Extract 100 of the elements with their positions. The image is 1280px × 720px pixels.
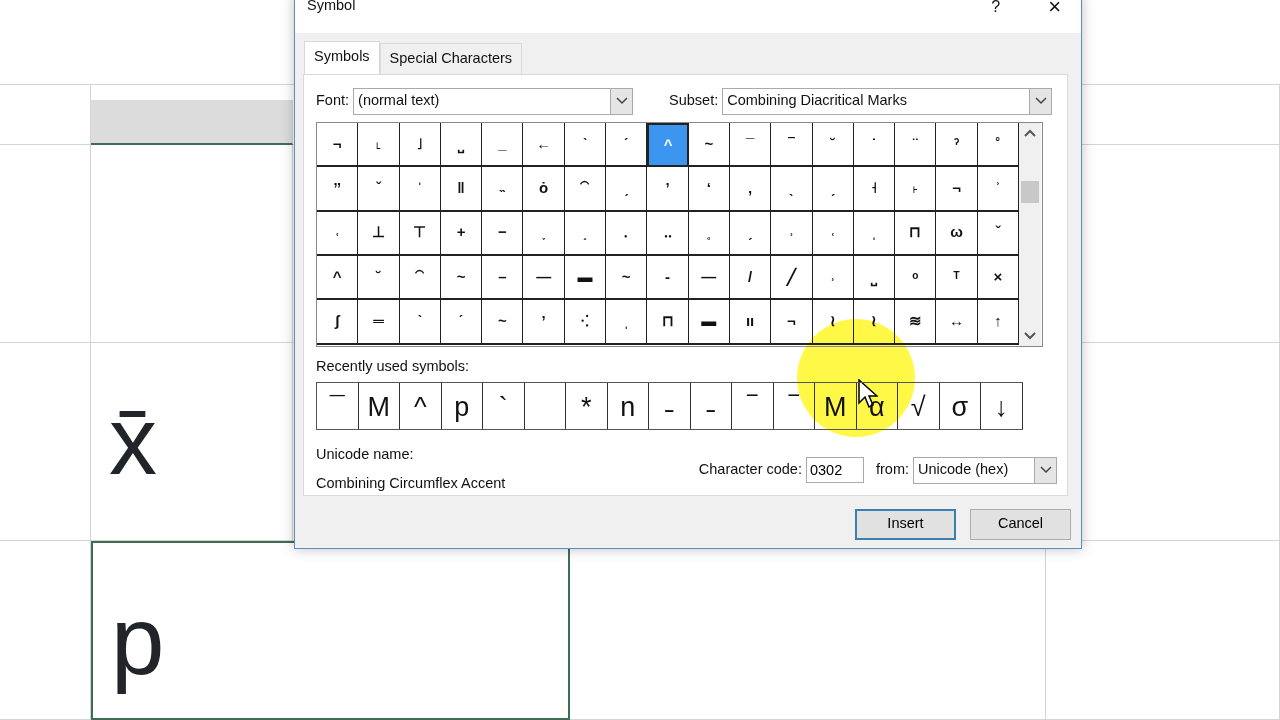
symbol-cell[interactable]: ˙ <box>853 122 896 168</box>
symbol-cell[interactable]: ıı <box>729 300 772 345</box>
symbol-cell[interactable]: ‾ <box>771 122 813 168</box>
subset-dropdown[interactable]: Combining Diacritical Marks <box>722 87 1053 115</box>
symbol-cell[interactable]: ═ <box>358 300 400 345</box>
symbol-cell[interactable]: ⊤ <box>399 211 441 256</box>
field-label: Font: <box>316 91 350 111</box>
symbol-cell[interactable]: ˩ <box>399 122 441 168</box>
symbol-cell[interactable]: ≀ <box>853 300 896 345</box>
symbol-cell[interactable]: ˳ <box>688 211 730 256</box>
symbol-cell[interactable]: ~ <box>606 255 648 301</box>
symbol-cell[interactable]: ˵ <box>482 167 524 212</box>
field-label: Subset: <box>669 91 719 111</box>
symbol-cell[interactable]: ⁀ <box>564 167 607 212</box>
symbol-cell[interactable]: ¯ <box>729 122 772 168</box>
font-dropdown[interactable]: (normal text) <box>353 87 634 115</box>
character-code-field[interactable]: 0302 <box>805 457 864 484</box>
close-button[interactable]: × <box>1048 0 1061 17</box>
symbol-cell[interactable]: / <box>729 255 772 301</box>
symbol-cell[interactable]: ˮ <box>317 167 359 212</box>
symbol-cell[interactable]: ᵒ <box>895 255 937 301</box>
symbol-cell[interactable]: ˧ <box>853 167 896 212</box>
symbol-cell[interactable]: ~ <box>440 255 483 301</box>
scrollbar[interactable] <box>1019 122 1042 346</box>
symbol-cell[interactable]: ˀ <box>936 122 978 168</box>
symbol-cell[interactable]: ˒ <box>771 211 813 256</box>
symbol-cell[interactable]: ¬ <box>317 122 359 168</box>
symbol-cell[interactable]: ╱ <box>771 255 813 301</box>
symbol-cell[interactable]: ․ <box>606 211 648 256</box>
symbol-cell[interactable]: ‚ <box>729 167 772 212</box>
symbol-cell[interactable]: ^ <box>317 255 359 301</box>
symbol-cell[interactable]: ↔ <box>936 300 978 345</box>
symbol-cell[interactable]: ⊓ <box>895 211 937 256</box>
symbol-cell[interactable]: ⁀ <box>399 255 441 301</box>
symbol-cell[interactable]: ω <box>936 211 978 256</box>
symbol-cell[interactable]: ˘ <box>812 122 854 168</box>
scroll-down-icon[interactable] <box>1024 331 1037 340</box>
symbol-cell[interactable]: ˏ <box>729 211 772 256</box>
symbol-cell[interactable]: ˊ <box>440 300 483 345</box>
symbol-cell[interactable]: − <box>482 211 524 256</box>
symbol-cell[interactable]: ¬ <box>771 300 813 345</box>
symbol-cell[interactable]: ˋ <box>564 122 607 168</box>
tab[interactable]: Symbols <box>304 41 380 74</box>
symbol-cell[interactable]: - <box>647 255 689 301</box>
symbol-cell[interactable]: ˎ <box>771 167 813 212</box>
symbol-cell[interactable]: ⊓ <box>647 300 689 345</box>
symbol-cell[interactable]: ⁖ <box>564 300 607 345</box>
cancel-button[interactable]: Cancel <box>970 508 1071 540</box>
symbol-cell[interactable]: ~ <box>688 122 730 168</box>
symbol-cell[interactable]: ȯ <box>523 167 565 212</box>
symbol-cell[interactable]: ˘ <box>358 255 400 301</box>
symbol-cell[interactable]: ˌ <box>606 300 648 345</box>
cell-text: p <box>111 586 165 696</box>
chevron-down-icon <box>1029 88 1052 114</box>
symbol-cell[interactable]: ˏ <box>606 167 648 212</box>
symbol-cell[interactable]: ˪ <box>358 122 400 168</box>
symbol-cell[interactable]: + <box>440 211 483 256</box>
symbol-cell[interactable]: ʼ <box>647 167 689 212</box>
symbol-cell[interactable]: ˯ <box>523 211 565 256</box>
symbol-cell[interactable]: — <box>523 255 565 301</box>
symbol-cell[interactable]: ˇ <box>358 167 400 212</box>
symbol-cell[interactable]: ˓ <box>812 211 854 256</box>
symbol-cell[interactable]: ˰ <box>564 211 607 256</box>
scroll-up-icon[interactable] <box>1024 128 1037 137</box>
symbol-cell[interactable]: ‖ <box>440 167 483 212</box>
symbol-cell[interactable]: ~ <box>482 300 524 345</box>
symbol-cell[interactable]: ˏ <box>812 167 854 212</box>
symbol-cell[interactable]: ʼ <box>523 300 565 345</box>
symbol-cell[interactable]: ʃ <box>317 300 359 345</box>
symbol-cell[interactable]: — <box>688 255 730 301</box>
symbol-cell[interactable]: ⎵ <box>440 122 483 168</box>
symbol-cell[interactable]: ʻ <box>688 167 730 212</box>
symbol-cell[interactable]: ⊥ <box>358 211 400 256</box>
unicode-name: Combining Circumflex Accent <box>316 474 506 494</box>
from-dropdown[interactable]: Unicode (hex) <box>913 456 1057 484</box>
symbol-cell[interactable]: ᵀ <box>936 255 978 301</box>
cell-text: x̄ <box>109 386 157 496</box>
tab[interactable]: Special Characters <box>379 43 523 74</box>
symbol-cell[interactable]: ¨ <box>895 122 937 168</box>
symbol-cell[interactable]: ▬ <box>564 255 607 301</box>
symbol-cell[interactable]: _ <box>482 122 524 168</box>
symbol-cell[interactable]: ≋ <box>895 300 937 345</box>
symbol-cell[interactable]: ˒ <box>812 255 854 301</box>
symbol-cell[interactable]: ˓ <box>317 211 359 256</box>
symbol-cell[interactable]: ≀ <box>812 300 854 345</box>
symbol-cell[interactable]: ▬ <box>688 300 730 345</box>
field-label: Character code: <box>698 460 802 480</box>
insert-button[interactable]: Insert <box>855 508 956 540</box>
symbol-cell[interactable]: ¬ <box>936 167 978 212</box>
symbol-cell[interactable]: ˈ <box>399 167 441 212</box>
symbol-cell[interactable]: ← <box>523 122 565 168</box>
chevron-down-icon <box>610 88 633 114</box>
symbol-cell[interactable]: ˋ <box>399 300 441 345</box>
help-button[interactable]: ? <box>991 0 1001 17</box>
scroll-thumb[interactable] <box>1021 180 1040 203</box>
symbol-cell[interactable]: ˌ <box>853 211 896 256</box>
symbol-cell[interactable]: ˫ <box>895 167 937 212</box>
symbol-cell[interactable]: ‥ <box>647 211 689 256</box>
symbol-cell[interactable]: ⎵ <box>853 255 896 301</box>
symbol-cell[interactable]: – <box>482 255 524 301</box>
